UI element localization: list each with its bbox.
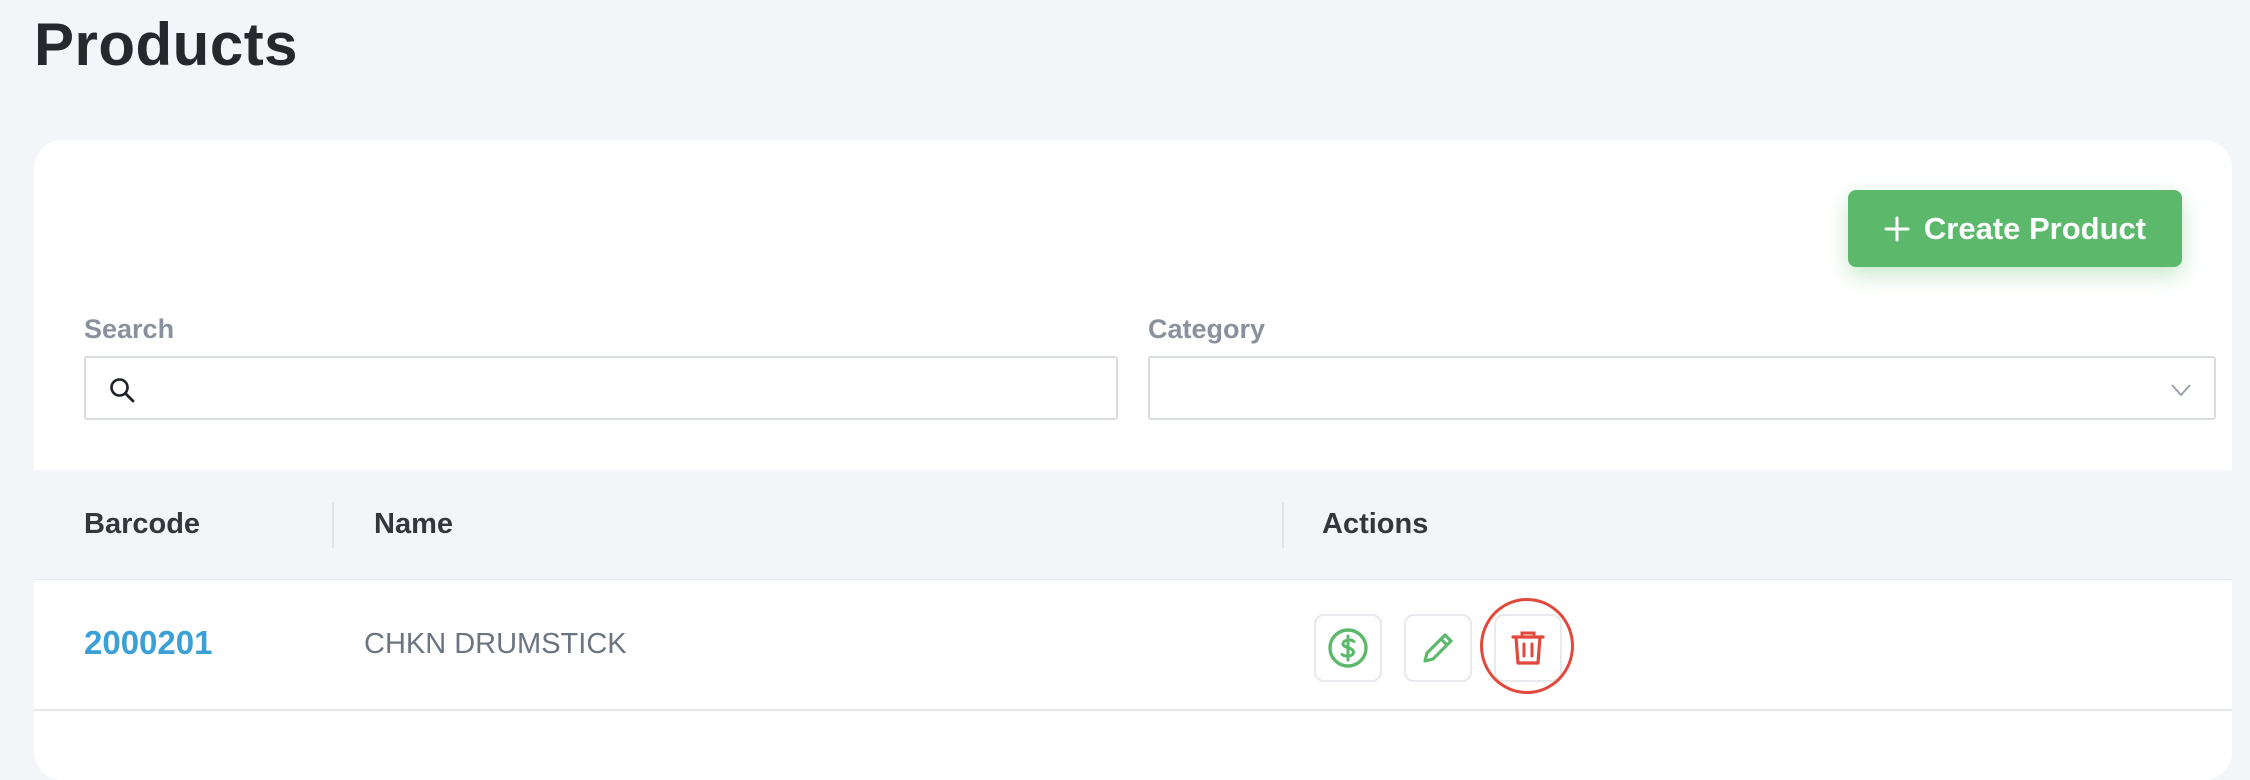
category-select[interactable] — [1148, 356, 2216, 420]
pencil-icon — [1423, 633, 1453, 663]
column-header-barcode[interactable]: Barcode — [84, 508, 200, 541]
page-title: Products — [34, 11, 299, 78]
delete-button[interactable] — [1494, 614, 1562, 682]
table-row: 2000201 CHKN DRUMSTICK — [34, 580, 2232, 711]
column-header-actions: Actions — [1322, 508, 1429, 540]
create-product-label: Create Product — [1923, 210, 2147, 246]
dollar-icon — [1328, 628, 1368, 668]
trash-icon — [1511, 631, 1545, 665]
edit-button[interactable] — [1404, 614, 1472, 682]
create-product-button[interactable]: Create Product — [1848, 190, 2182, 267]
table-header: Barcode Name Actions — [34, 470, 2232, 580]
price-button[interactable] — [1314, 614, 1382, 682]
search-field[interactable] — [84, 356, 1118, 420]
product-name: CHKN DRUMSTICK — [364, 628, 627, 660]
search-icon — [110, 378, 135, 403]
search-input[interactable] — [156, 362, 1106, 416]
column-divider — [332, 502, 334, 548]
products-card: Create Product Search Category Barcode N… — [34, 140, 2232, 780]
plus-icon — [1884, 216, 1910, 241]
category-label: Category — [1148, 314, 1266, 344]
barcode-link[interactable]: 2000201 — [84, 624, 212, 662]
chevron-down-icon — [2171, 384, 2191, 397]
column-divider — [1282, 502, 1284, 548]
search-label: Search — [84, 314, 175, 344]
column-header-name[interactable]: Name — [374, 508, 453, 541]
